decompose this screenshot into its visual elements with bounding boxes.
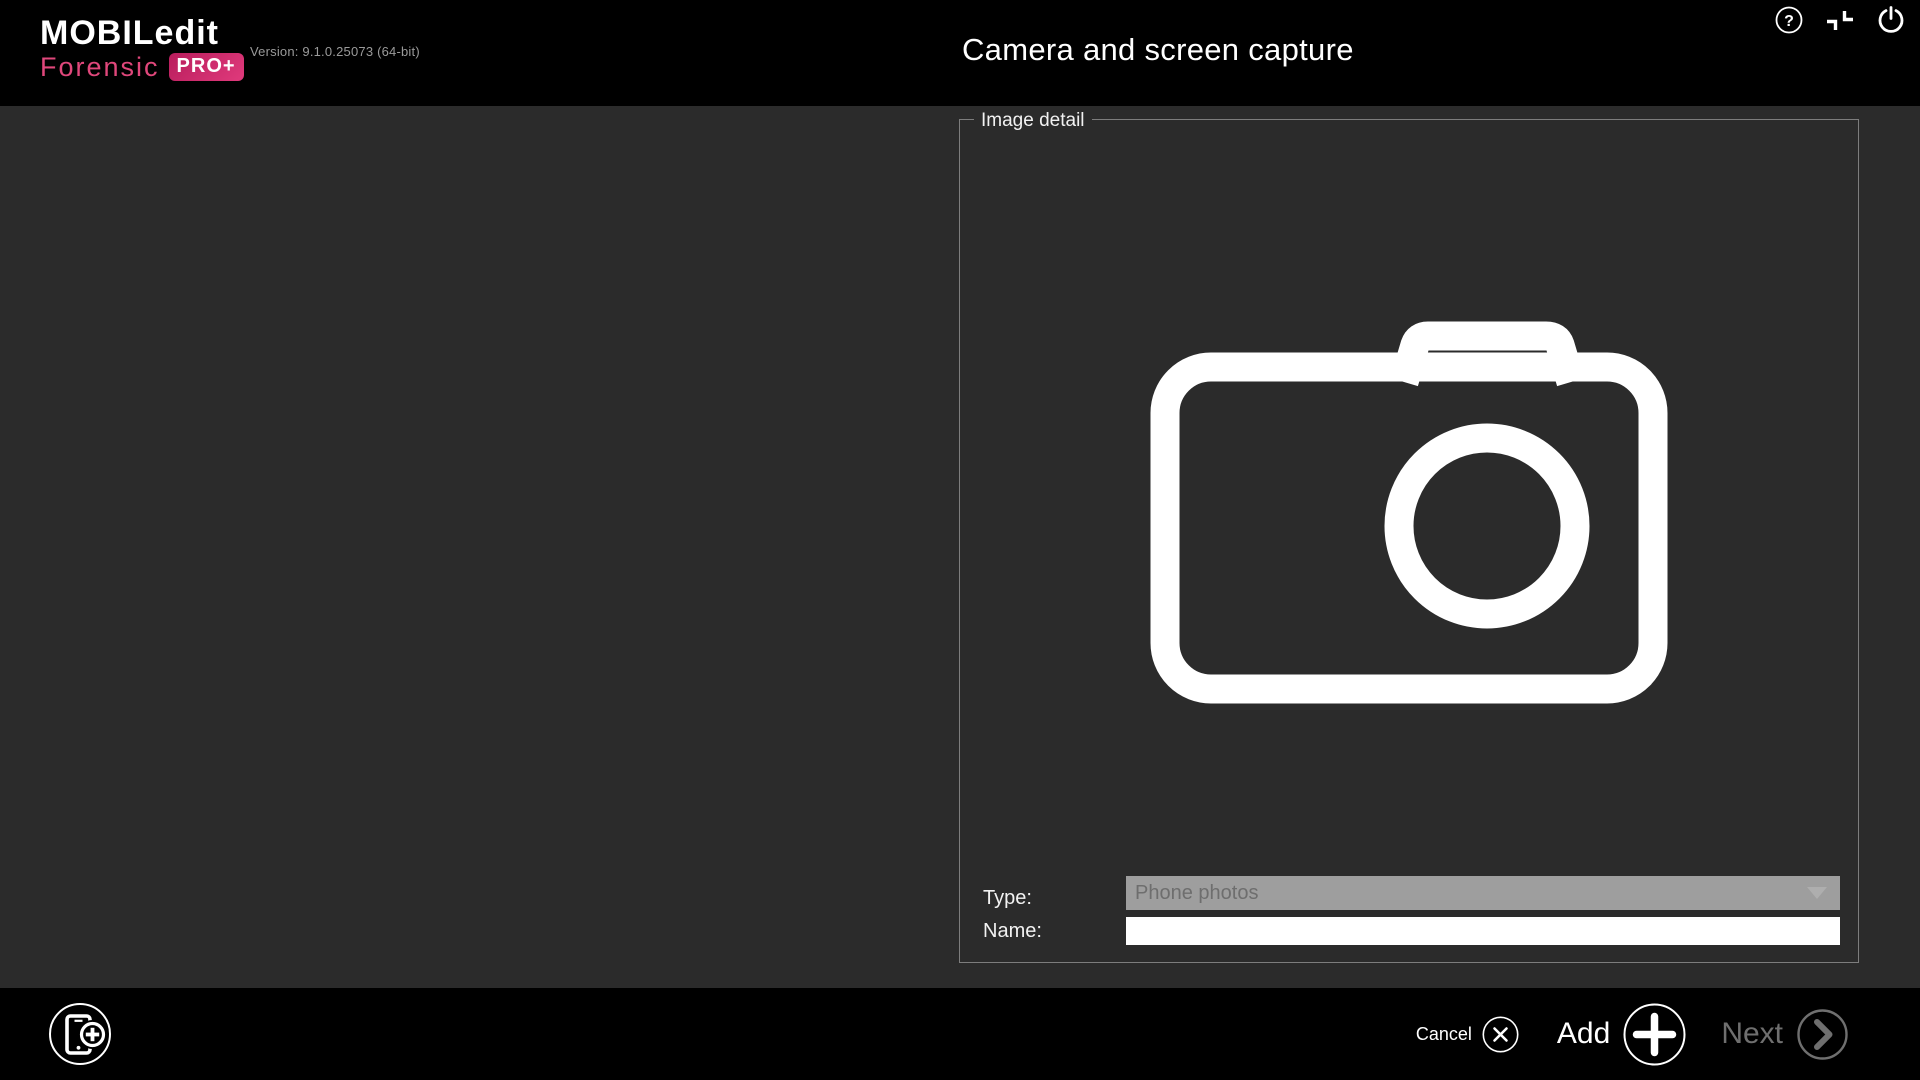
name-input[interactable] xyxy=(1126,917,1840,945)
chevron-right-icon xyxy=(1797,1009,1848,1060)
window-controls: ? xyxy=(1774,5,1906,35)
close-icon xyxy=(1482,1016,1519,1053)
add-phone-button[interactable] xyxy=(48,1002,112,1066)
add-phone-icon xyxy=(48,1002,112,1066)
camera-icon xyxy=(1150,320,1670,720)
logo-pro-badge: PRO+ xyxy=(169,53,244,81)
add-label: Add xyxy=(1557,1017,1610,1051)
next-button[interactable]: Next xyxy=(1721,1009,1848,1060)
next-label: Next xyxy=(1721,1017,1783,1051)
add-button[interactable]: Add xyxy=(1557,1003,1721,1066)
version-text: Version: 9.1.0.25073 (64-bit) xyxy=(250,44,420,59)
arrange-window-icon xyxy=(1825,5,1855,35)
logo-mobiledit: MOBILedit xyxy=(40,16,244,50)
logo-forensic: Forensic xyxy=(40,53,160,81)
image-detail-panel: Image detail Type: Phone photos Name: xyxy=(959,110,1859,963)
help-icon: ? xyxy=(1774,5,1804,35)
name-label: Name: xyxy=(983,920,1042,943)
app-logo: MOBILedit Forensic PRO+ xyxy=(40,16,244,81)
type-dropdown[interactable]: Phone photos xyxy=(1126,876,1840,910)
type-dropdown-value: Phone photos xyxy=(1126,882,1807,905)
cancel-label: Cancel xyxy=(1416,1024,1472,1045)
power-button[interactable] xyxy=(1876,5,1906,35)
help-button[interactable]: ? xyxy=(1774,5,1804,35)
footer-bar: Cancel Add Next xyxy=(0,988,1920,1080)
power-icon xyxy=(1876,5,1906,35)
cancel-button[interactable]: Cancel xyxy=(1416,1016,1557,1053)
plus-icon xyxy=(1623,1003,1686,1066)
arrange-window-button[interactable] xyxy=(1825,5,1855,35)
header-bar: MOBILedit Forensic PRO+ Version: 9.1.0.2… xyxy=(0,0,1920,106)
panel-legend: Image detail xyxy=(974,110,1092,132)
chevron-down-icon xyxy=(1807,887,1827,899)
type-label: Type: xyxy=(983,887,1032,910)
svg-text:?: ? xyxy=(1784,13,1794,30)
footer-actions: Cancel Add Next xyxy=(1416,988,1848,1080)
page-title: Camera and screen capture xyxy=(962,32,1354,68)
